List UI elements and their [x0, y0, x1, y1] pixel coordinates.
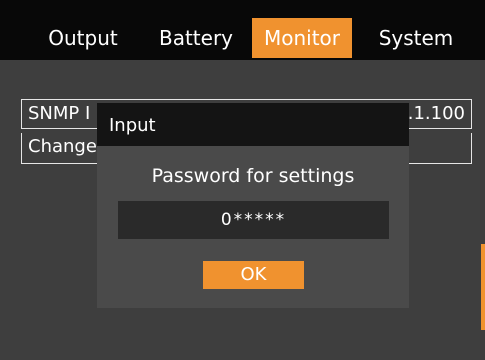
scrollbar-indicator[interactable]: [481, 244, 485, 330]
tab-output[interactable]: Output: [28, 18, 138, 58]
dialog-prompt: Password for settings: [151, 165, 355, 187]
password-dialog: Input Password for settings OK: [97, 103, 409, 308]
change-field-label: Change: [28, 136, 97, 157]
password-input[interactable]: [118, 201, 389, 239]
tab-bar: Output Battery Monitor System: [0, 0, 485, 60]
tab-system[interactable]: System: [360, 18, 472, 58]
snmp-field-value: .1.100: [407, 103, 465, 124]
dialog-title: Input: [109, 115, 156, 136]
tab-monitor[interactable]: Monitor: [252, 18, 352, 58]
ok-button[interactable]: OK: [203, 261, 304, 289]
snmp-field-label: SNMP I: [28, 103, 91, 124]
dialog-header: Input: [97, 103, 409, 146]
tab-battery[interactable]: Battery: [146, 18, 246, 58]
